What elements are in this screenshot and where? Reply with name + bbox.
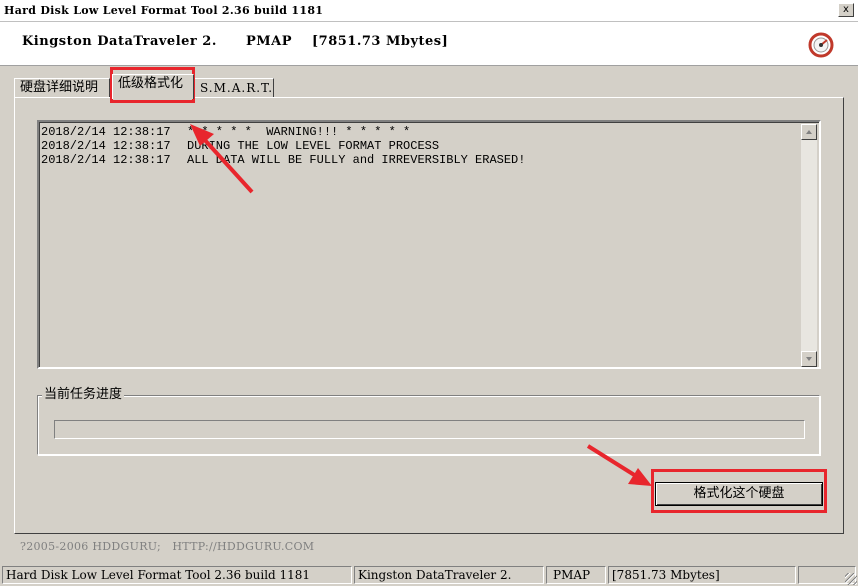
status-app: Hard Disk Low Level Format Tool 2.36 bui… [2,566,352,584]
close-icon: x [843,4,849,15]
arrow-up-icon [806,130,812,134]
status-mode: PMAP [546,566,606,584]
progress-label: 当前任务进度 [42,387,125,403]
log-line: 2018/2/14 12:38:17 ALL DATA WILL BE FULLY… [41,153,801,167]
format-disk-button[interactable]: 格式化这个硬盘 [655,482,823,506]
device-size: [7851.73 Mbytes] [312,34,449,49]
device-name: Kingston DataTraveler 2. [22,34,217,49]
log-message: * * * * * WARNING!!! * * * * * [187,125,411,139]
window-title: Hard Disk Low Level Format Tool 2.36 bui… [4,4,324,17]
vertical-scrollbar[interactable] [801,124,817,367]
scroll-up-button[interactable] [801,124,817,140]
device-mode: PMAP [246,34,293,49]
scroll-down-button[interactable] [801,351,817,367]
gauge-icon [808,32,834,58]
status-device: Kingston DataTraveler 2. [354,566,544,584]
log-message: ALL DATA WILL BE FULLY and IRREVERSIBLY … [187,153,526,167]
log-time: 2018/2/14 12:38:17 [41,153,171,167]
progress-bar [54,420,805,439]
progress-group: 当前任务进度 [37,387,820,455]
device-header: Kingston DataTraveler 2. PMAP [7851.73 M… [0,22,858,66]
close-button[interactable]: x [838,3,854,17]
tab-smart[interactable]: S.M.A.R.T. [194,78,274,98]
copyright-text: ?2005-2006 HDDGURU; HTTP://HDDGURU.COM [20,540,315,553]
log-box[interactable]: 2018/2/14 12:38:17 * * * * * WARNING!!! *… [37,120,821,369]
log-message: DURING THE LOW LEVEL FORMAT PROCESS [187,139,440,153]
log-line: 2018/2/14 12:38:17 DURING THE LOW LEVEL F… [41,139,801,153]
tab-low-level-format[interactable]: 低级格式化 [112,74,194,99]
title-bar: Hard Disk Low Level Format Tool 2.36 bui… [0,0,858,22]
log-time: 2018/2/14 12:38:17 [41,139,171,153]
status-size: [7851.73 Mbytes] [608,566,796,584]
tab-disk-details[interactable]: 硬盘详细说明 [14,78,110,98]
log-time: 2018/2/14 12:38:17 [41,125,171,139]
resize-grip[interactable] [845,573,857,585]
log-line: 2018/2/14 12:38:17 * * * * * WARNING!!! *… [41,125,801,139]
log-lines: 2018/2/14 12:38:17 * * * * * WARNING!!! *… [41,125,801,167]
status-bar: Hard Disk Low Level Format Tool 2.36 bui… [0,564,858,586]
arrow-down-icon [806,357,812,361]
